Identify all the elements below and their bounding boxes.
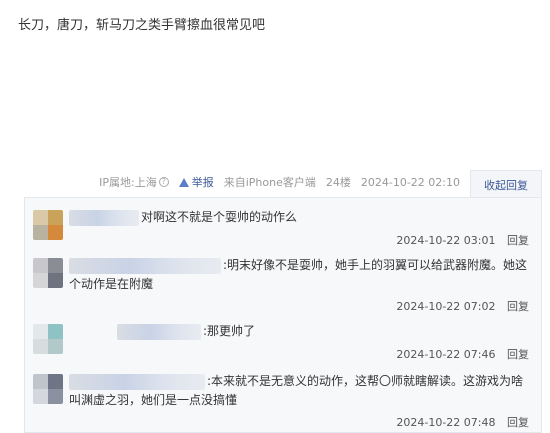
blurred-username[interactable] [69, 210, 139, 226]
device-source: 来自iPhone客户端 [223, 176, 316, 189]
floor-number: 24楼 [325, 176, 351, 189]
reply-text: :本来就不是无意义的动作，这帮〇师就瞎解读。这游戏为啥叫渊虚之羽，她们是一点没搞… [69, 374, 524, 407]
user-avatar[interactable] [33, 324, 63, 354]
reply-time: 2024-10-22 07:48 [396, 416, 496, 429]
user-avatar[interactable] [33, 258, 63, 288]
reply-button[interactable]: 回复 [507, 416, 529, 429]
post-meta-bar: IP属地:上海 ? 举报 来自iPhone客户端 24楼 2024-10-22 … [0, 170, 550, 198]
reply-button[interactable]: 回复 [507, 348, 529, 361]
post-content: 长刀，唐刀，斩马刀之类手臂擦血很常见吧 [18, 18, 266, 33]
reply-footer: 2024-10-22 07:46 回复 [396, 346, 529, 362]
ip-location: IP属地:上海 ? [99, 174, 169, 190]
reply-text: 对啊这不就是个耍帅的动作么 [141, 210, 298, 224]
reply-button[interactable]: 回复 [507, 234, 529, 247]
reply-time: 2024-10-22 03:01 [396, 234, 496, 247]
warning-icon [178, 177, 189, 187]
reply-footer: 2024-10-22 07:48 回复 [396, 414, 529, 430]
blurred-username[interactable] [117, 324, 201, 340]
reply-footer: 2024-10-22 03:01 回复 [396, 232, 529, 248]
reply-button[interactable]: 回复 [507, 300, 529, 313]
reply-list: 对啊这不就是个耍帅的动作么 2024-10-22 03:01 回复 :明末好像不… [24, 197, 542, 433]
reply-time: 2024-10-22 07:02 [396, 300, 496, 313]
report-label: 举报 [191, 176, 214, 189]
reply-text: :那更帅了 [203, 324, 256, 338]
user-avatar[interactable] [33, 374, 63, 404]
help-icon[interactable]: ? [158, 177, 169, 187]
report-link[interactable]: 举报 [178, 174, 214, 190]
reply-time: 2024-10-22 07:46 [396, 348, 496, 361]
reply-text: :明末好像不是耍帅，她手上的羽翼可以给武器附魔。她这个动作是在附魔 [69, 258, 528, 291]
collapse-replies-button[interactable]: 收起回复 [470, 170, 542, 198]
reply-footer: 2024-10-22 07:02 回复 [396, 298, 529, 314]
ip-location-text: IP属地:上海 [99, 176, 157, 189]
post-timestamp: 2024-10-22 02:10 [360, 175, 460, 189]
user-avatar[interactable] [33, 210, 63, 240]
